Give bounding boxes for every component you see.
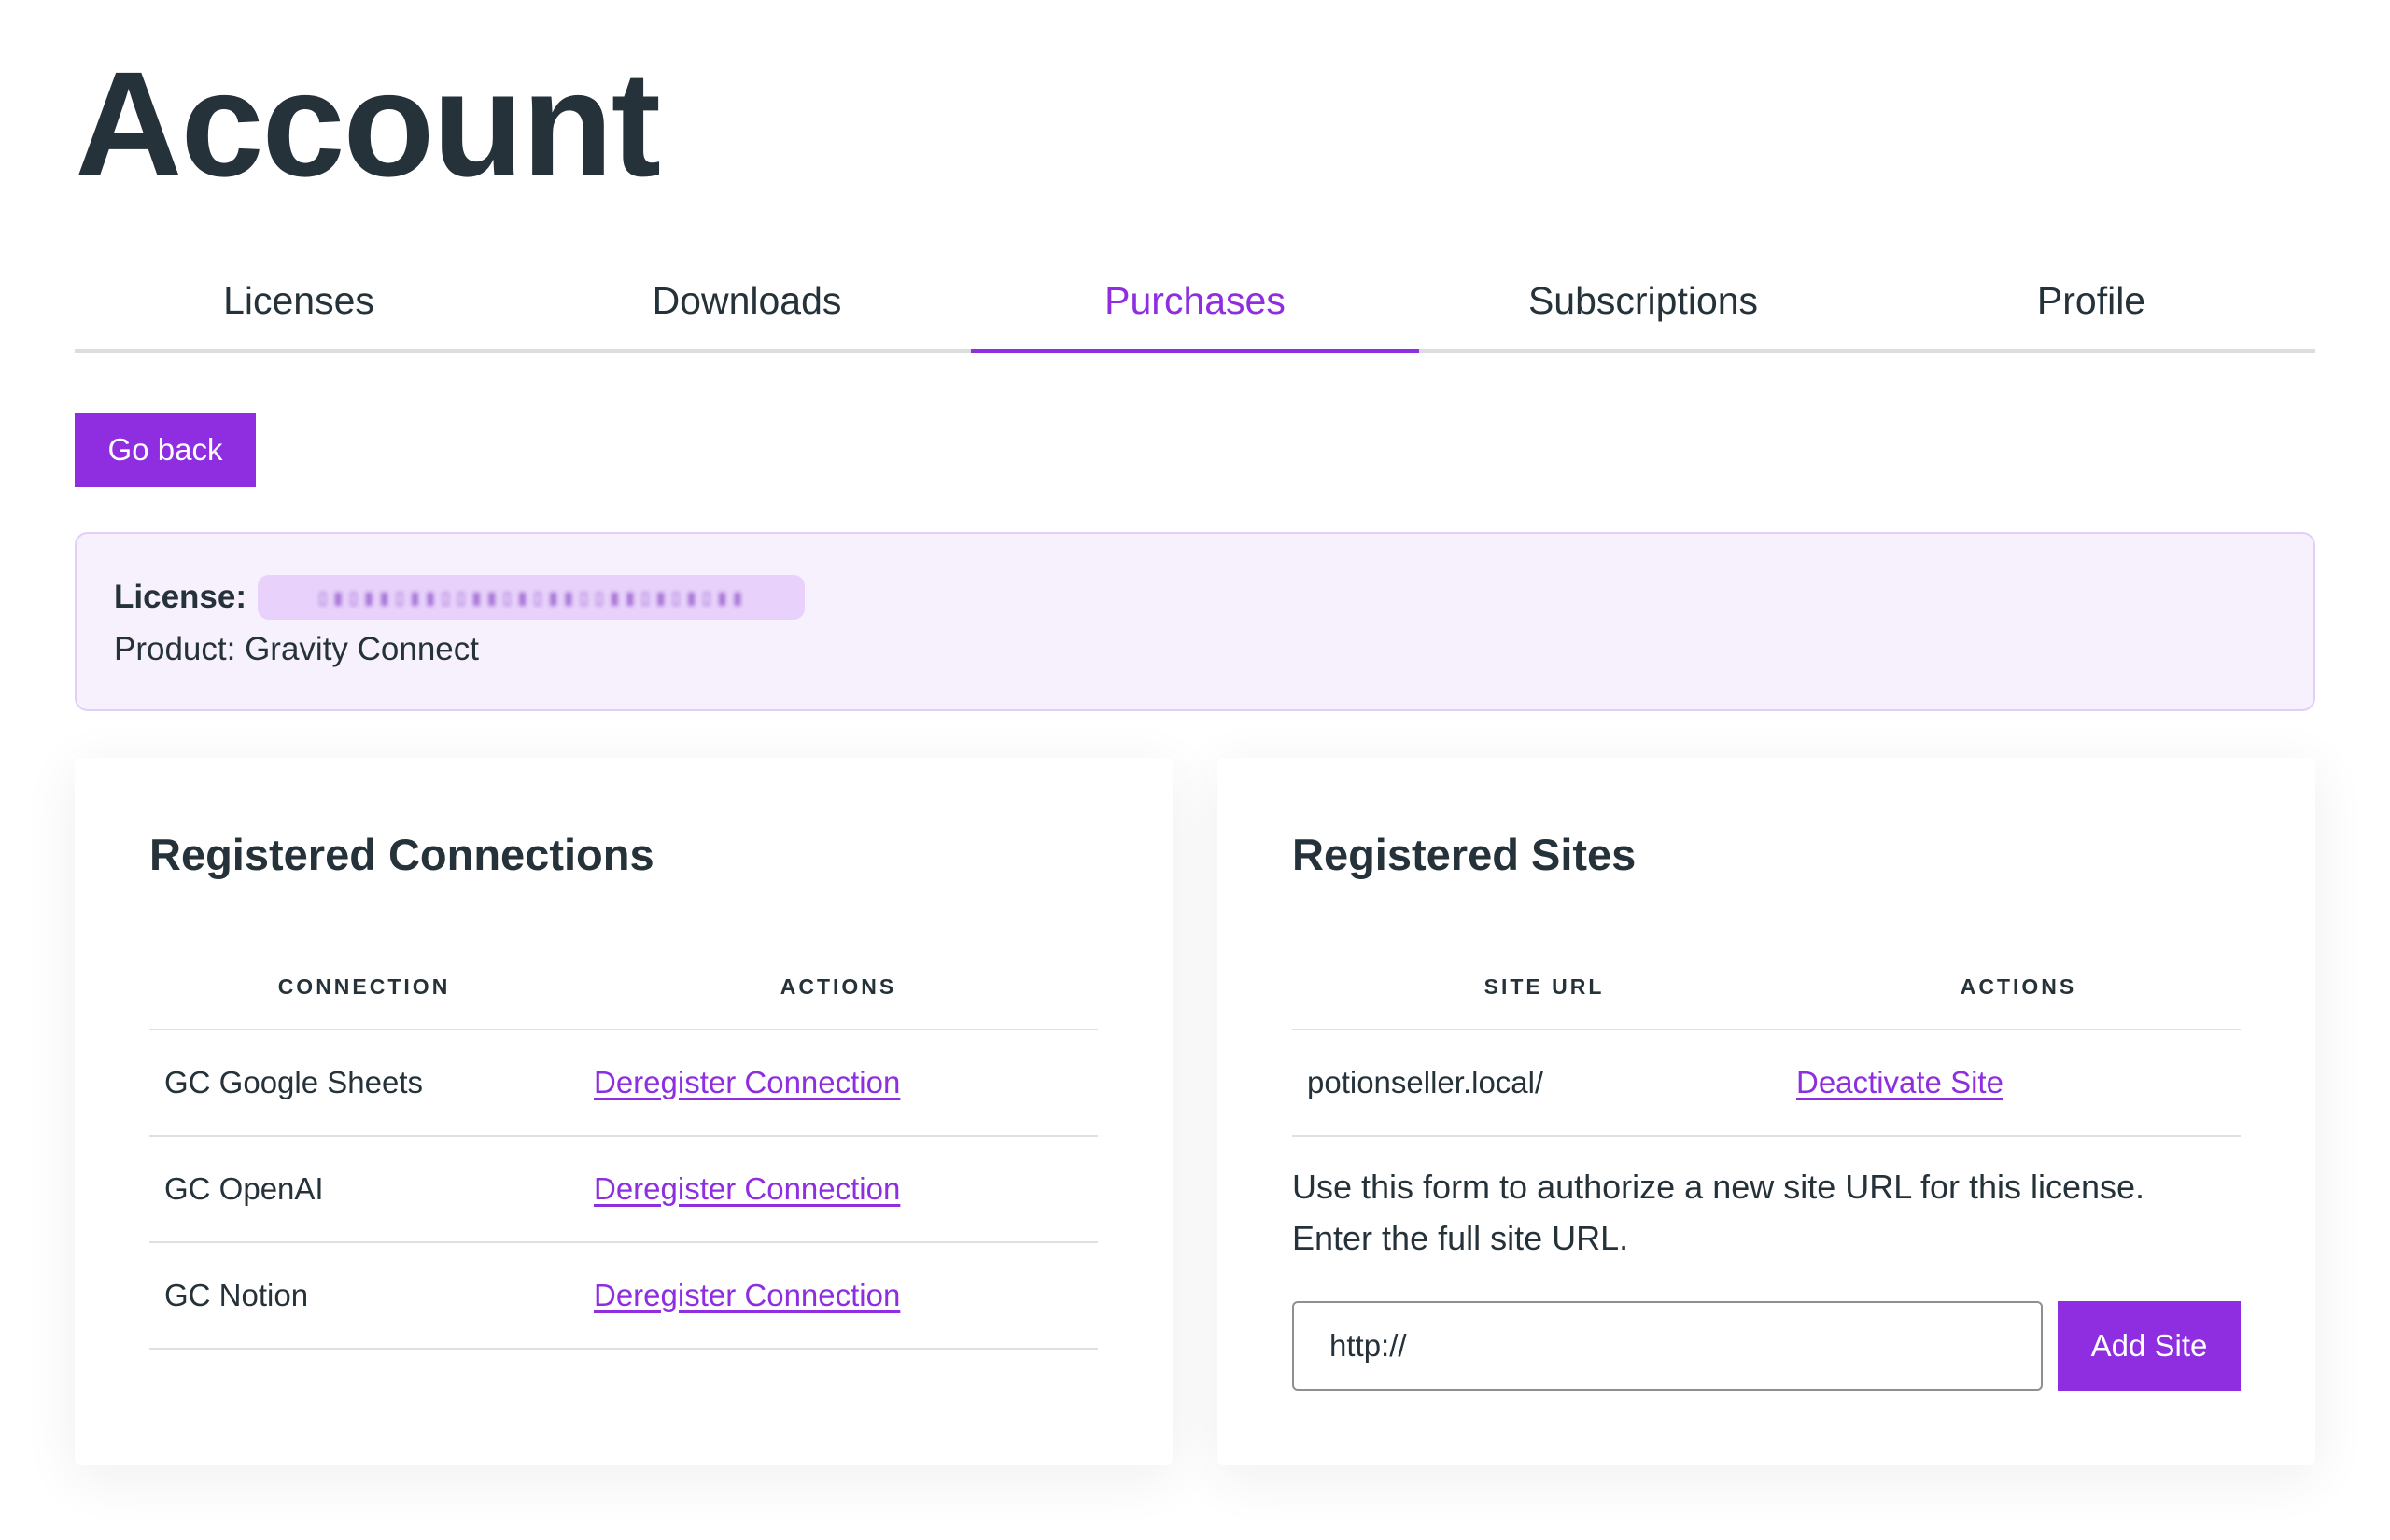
table-row: GC Google Sheets Deregister Connection (149, 1030, 1098, 1137)
site-url: potionseller.local/ (1307, 1065, 1544, 1099)
tab-subscriptions[interactable]: Subscriptions (1419, 259, 1867, 349)
table-header: CONNECTION ACTIONS (149, 945, 1098, 1030)
column-header-actions: ACTIONS (780, 973, 897, 999)
sites-table: SITE URL ACTIONS potionseller.local/ Dea… (1292, 945, 2241, 1137)
tab-profile[interactable]: Profile (1867, 259, 2315, 349)
product-name: Product: Gravity Connect (114, 631, 479, 667)
column-header-connection: CONNECTION (277, 973, 451, 999)
license-label: License: (114, 579, 246, 615)
deregister-connection-link[interactable]: Deregister Connection (594, 1278, 900, 1312)
license-key-redacted: ▯▮▯▮▮▯▮▮▯▯▮▮▯▮▯▮▮▯▯▮▮▯▮▯▮▯▮▮ (258, 575, 805, 620)
connection-action-cell: Deregister Connection (579, 1065, 1098, 1100)
table-row: potionseller.local/ Deactivate Site (1292, 1030, 2241, 1137)
help-text-line-1: Use this form to authorize a new site UR… (1292, 1168, 2145, 1206)
site-url-input[interactable] (1292, 1301, 2043, 1391)
help-text-line-2: Enter the full site URL. (1292, 1219, 1629, 1257)
sites-title: Registered Sites (1292, 830, 1637, 879)
column-header-site-url: SITE URL (1483, 973, 1605, 999)
column-header-actions: ACTIONS (1960, 973, 2077, 999)
go-back-button[interactable]: Go back (75, 413, 256, 487)
account-tabs: Licenses Downloads Purchases Subscriptio… (75, 259, 2315, 353)
connections-table: CONNECTION ACTIONS GC Google Sheets Dere… (149, 945, 1098, 1350)
account-page: Account Licenses Downloads Purchases Sub… (0, 0, 2390, 1540)
license-info-box: License: ▯▮▯▮▮▯▮▮▯▯▮▮▯▮▯▮▮▯▯▮▮▯▮▯▮▯▮▮ Pr… (75, 532, 2315, 711)
connection-name: GC OpenAI (164, 1171, 324, 1206)
connections-title: Registered Connections (149, 830, 654, 879)
license-line: License: ▯▮▯▮▮▯▮▮▯▯▮▮▯▮▯▮▮▯▯▮▮▯▮▯▮▯▮▮ (114, 575, 2276, 620)
connection-action-cell: Deregister Connection (579, 1171, 1098, 1207)
page-title: Account (75, 40, 661, 207)
connection-name: GC Google Sheets (164, 1065, 423, 1099)
table-row: GC Notion Deregister Connection (149, 1243, 1098, 1350)
deregister-connection-link[interactable]: Deregister Connection (594, 1171, 900, 1206)
site-action-cell: Deactivate Site (1796, 1065, 2241, 1100)
deactivate-site-link[interactable]: Deactivate Site (1796, 1065, 2003, 1099)
registered-sites-card: Registered Sites SITE URL ACTIONS potion… (1217, 758, 2315, 1465)
add-site-help-text: Use this form to authorize a new site UR… (1292, 1161, 2241, 1264)
tab-downloads[interactable]: Downloads (523, 259, 971, 349)
connection-action-cell: Deregister Connection (579, 1278, 1098, 1313)
license-key-text: ▯▮▯▮▮▯▮▮▯▯▮▮▯▮▯▮▮▯▯▮▮▯▮▯▮▯▮▮ (316, 584, 747, 610)
tab-purchases[interactable]: Purchases (971, 259, 1419, 353)
connection-name: GC Notion (164, 1278, 309, 1312)
table-row: GC OpenAI Deregister Connection (149, 1137, 1098, 1243)
add-site-button[interactable]: Add Site (2058, 1301, 2241, 1391)
registered-connections-card: Registered Connections CONNECTION ACTION… (75, 758, 1173, 1465)
deregister-connection-link[interactable]: Deregister Connection (594, 1065, 900, 1099)
tab-licenses[interactable]: Licenses (75, 259, 523, 349)
table-header: SITE URL ACTIONS (1292, 945, 2241, 1030)
